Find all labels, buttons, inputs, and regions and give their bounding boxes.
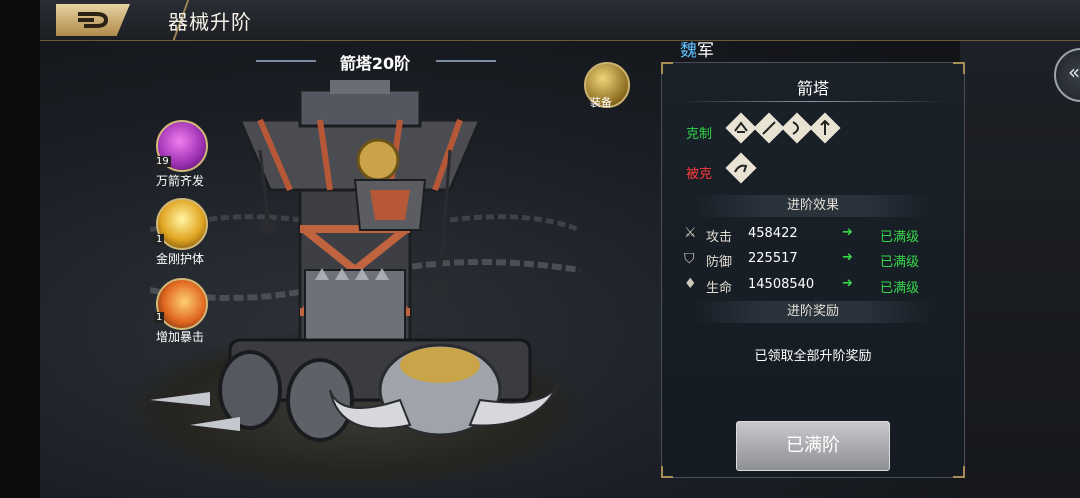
stat-status: 已满级: [880, 281, 920, 296]
panel-corner: [953, 62, 965, 74]
skill-label: 金刚护体: [155, 252, 204, 266]
skill-label: 万箭齐发: [155, 174, 204, 188]
bow-icon[interactable]: [781, 112, 813, 144]
stat-label: 防御: [706, 255, 733, 270]
stat-value: 458422: [748, 226, 798, 241]
stat-value: 14508540: [748, 277, 815, 292]
unit-name: 箭塔: [796, 79, 829, 98]
stat-label: 生命: [706, 281, 733, 296]
page-title: 器械升阶: [168, 10, 252, 34]
skill-level-badge: 1: [154, 234, 165, 245]
equip-label: 装备: [590, 96, 612, 109]
left-edge: [0, 0, 40, 498]
divider: [680, 101, 946, 102]
swords-icon: ⚔: [684, 225, 697, 241]
drop-icon: ♦: [684, 276, 697, 292]
tower-level-title: 箭塔20阶: [339, 54, 411, 73]
max-level-button[interactable]: 已满阶: [736, 421, 890, 471]
counter-label: 克制: [686, 127, 713, 142]
advance-effect-header: 进阶效果: [692, 195, 934, 217]
arrow-right-icon: ➜: [842, 276, 853, 291]
double-chevron-left-icon: «: [1068, 60, 1080, 84]
cavalry-icon[interactable]: [725, 152, 757, 184]
shield-icon: ⛉: [684, 251, 695, 267]
panel-corner: [661, 466, 673, 478]
faction-label: 魏军: [680, 41, 714, 61]
back-arrow-icon: [78, 12, 109, 28]
reward-status-text: 已领取全部升阶奖励: [754, 349, 872, 364]
stat-label: 攻击: [706, 230, 733, 245]
panel-corner: [953, 466, 965, 478]
advance-reward-header: 进阶奖励: [692, 301, 934, 323]
arrow-right-icon: ➜: [842, 250, 853, 265]
arrow-right-icon: ➜: [842, 225, 853, 240]
skill-label: 增加暴击: [155, 330, 204, 344]
stat-status: 已满级: [880, 255, 920, 270]
panel-corner: [661, 62, 673, 74]
siege-icon[interactable]: [725, 112, 757, 144]
unit-info-panel: 箭塔 克制 被克 进阶效果 ⚔ 攻击 458422 ➜ 已满级 ⛉ 防御 225…: [661, 62, 965, 478]
skill-level-badge: 1: [154, 312, 165, 323]
archer-icon[interactable]: [809, 112, 841, 144]
arrow-tower-image: [150, 80, 580, 442]
stat-value: 225517: [748, 251, 798, 266]
countered-label: 被克: [686, 167, 713, 182]
right-background: [960, 40, 1080, 498]
skill-level-badge: 19: [154, 156, 171, 167]
stat-status: 已满级: [880, 230, 920, 245]
spear-icon[interactable]: [753, 112, 785, 144]
